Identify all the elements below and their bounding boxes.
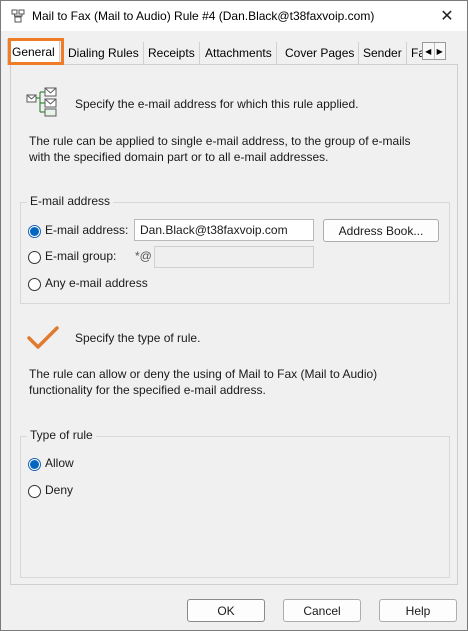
section2-description-line2: functionality for the specified e-mail a… [29,383,266,397]
email-group-radio[interactable] [28,251,41,264]
email-group-option-label: E-mail group: [45,249,117,263]
section1-heading: Specify the e-mail address for which thi… [75,97,359,111]
tab-scroll-buttons: ◀ ▶ [422,42,446,60]
tab-scroll-right-icon[interactable]: ▶ [433,43,446,59]
deny-radio[interactable] [28,485,41,498]
tab-fa-partial[interactable]: Fa [407,42,423,64]
email-group-input[interactable] [154,246,314,268]
rule-app-icon [11,9,25,23]
tab-dialing-rules[interactable]: Dialing Rules [64,42,144,64]
dialog-window: Mail to Fax (Mail to Audio) Rule #4 (Dan… [0,0,468,631]
email-address-input[interactable]: Dan.Black@t38faxvoip.com [134,219,314,241]
general-tab-panel: Specify the e-mail address for which thi… [10,64,458,585]
deny-option-label: Deny [45,483,74,497]
section1-description-line2: with the specified domain part or to all… [29,150,329,164]
address-book-button[interactable]: Address Book... [323,219,439,242]
tab-receipts[interactable]: Receipts [144,42,200,64]
tab-general[interactable]: General [7,39,60,65]
email-address-groupbox: E-mail address E-mail address: Dan.Black… [20,194,450,304]
close-icon: ✕ [440,8,454,25]
rule-type-group-label: Type of rule [27,428,96,442]
section2-heading: Specify the type of rule. [75,331,201,345]
tab-strip: General Dialing Rules Receipts Attachmen… [7,39,459,65]
any-email-radio[interactable] [28,278,41,291]
tab-scroll-left-icon[interactable]: ◀ [423,43,434,59]
tab-sender[interactable]: Sender [359,42,407,64]
close-button[interactable]: ✕ [427,1,467,31]
section2-description-line1: The rule can allow or deny the using of … [29,367,378,381]
cancel-button[interactable]: Cancel [283,599,361,622]
checkmark-icon [27,326,59,349]
section1-description-line1: The rule can be applied to single e-mail… [29,134,411,148]
allow-option-label: Allow [45,456,74,470]
email-rule-icon [26,87,57,117]
help-button[interactable]: Help [379,599,457,622]
ok-button[interactable]: OK [187,599,265,622]
any-email-option-label: Any e-mail address [45,276,148,290]
allow-radio[interactable] [28,458,41,471]
tab-cover-pages[interactable]: Cover Pages [281,42,360,64]
email-group-prefix: *@ [135,249,152,263]
rule-type-groupbox: Type of rule Allow Deny [20,428,450,578]
email-address-radio[interactable] [28,225,41,238]
tab-attachments[interactable]: Attachments [201,42,277,64]
window-title: Mail to Fax (Mail to Audio) Rule #4 (Dan… [32,9,375,23]
email-address-group-label: E-mail address [27,194,114,208]
title-bar: Mail to Fax (Mail to Audio) Rule #4 (Dan… [1,1,467,31]
email-address-option-label: E-mail address: [45,223,129,237]
